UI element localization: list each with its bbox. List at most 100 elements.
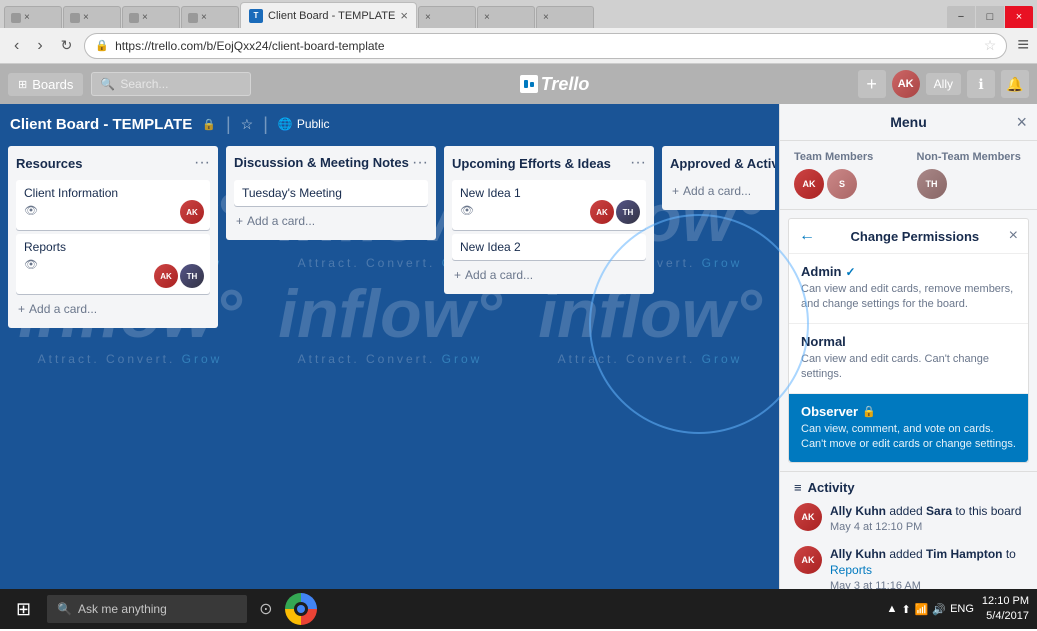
user-avatar[interactable]: AK xyxy=(892,70,920,98)
list-discussion: Discussion & Meeting Notes ··· Tuesday's… xyxy=(226,146,436,240)
url-input[interactable]: 🔒 https://trello.com/b/EojQxx24/client-b… xyxy=(84,33,1007,59)
taskbar-chrome-icon[interactable] xyxy=(285,593,317,625)
plus-icon: + xyxy=(236,214,243,228)
card-new-idea-1[interactable]: New Idea 1 👁 AK TH xyxy=(452,180,646,230)
board-public-label: Public xyxy=(297,117,330,131)
list-approved: Approved & Active ··· + Add a card... xyxy=(662,146,775,210)
board-divider: | xyxy=(226,114,231,135)
boards-label: Boards xyxy=(32,77,73,92)
window-minimize[interactable]: − xyxy=(947,6,975,28)
perms-close-button[interactable]: × xyxy=(1009,227,1018,245)
list-menu-discussion[interactable]: ··· xyxy=(412,154,428,172)
tab-inactive-7[interactable]: × xyxy=(536,6,594,28)
card-new-idea-2[interactable]: New Idea 2 xyxy=(452,234,646,260)
check-icon: ✓ xyxy=(845,265,855,279)
start-button[interactable]: ⊞ xyxy=(8,597,39,622)
tab-inactive-2[interactable]: × xyxy=(63,6,121,28)
tab-active[interactable]: T Client Board - TEMPLATE × xyxy=(240,2,417,28)
activity-title: Activity xyxy=(808,480,855,495)
board-lock-icon: 🔒 xyxy=(202,118,216,131)
activity-header: ≡ Activity xyxy=(794,480,1023,495)
activity-avatar-1: AK xyxy=(794,503,822,531)
plus-icon: + xyxy=(672,184,679,198)
add-card-discussion[interactable]: + Add a card... xyxy=(234,210,317,232)
team-avatar-2[interactable]: S xyxy=(827,169,857,199)
card-avatar-1: AK xyxy=(180,200,204,224)
list-menu-resources[interactable]: ··· xyxy=(194,154,210,172)
list-upcoming: Upcoming Efforts & Ideas ··· New Idea 1 … xyxy=(444,146,654,294)
bookmark-icon[interactable]: ☆ xyxy=(984,37,997,54)
list-menu-upcoming[interactable]: ··· xyxy=(630,154,646,172)
card-text: Client Information xyxy=(24,186,202,200)
card-tuesdays-meeting[interactable]: Tuesday's Meeting xyxy=(234,180,428,206)
taskbar-search-icon: 🔍 xyxy=(57,602,72,616)
tab-inactive-6[interactable]: × xyxy=(477,6,535,28)
board-area: inflow° Attract. Convert. Grow inflow° A… xyxy=(0,104,1037,589)
board-title-text: Client Board - TEMPLATE xyxy=(10,116,192,133)
perm-option-normal[interactable]: Normal Can view and edit cards. Can't ch… xyxy=(789,324,1028,394)
activity-time-2: May 3 at 11:16 AM xyxy=(830,579,1023,589)
info-button[interactable]: ℹ xyxy=(967,70,995,98)
board-star-button[interactable]: ☆ xyxy=(241,116,254,133)
team-avatar-1[interactable]: AK xyxy=(794,169,824,199)
board-divider2: | xyxy=(263,114,268,135)
activity-item-1: AK Ally Kuhn added Sara to this board Ma… xyxy=(794,503,1023,535)
admin-label: Admin xyxy=(801,264,841,279)
activity-time-1: May 4 at 12:10 PM xyxy=(830,520,1021,535)
header-search-box[interactable]: 🔍 Search... xyxy=(91,72,251,96)
window-maximize[interactable]: □ xyxy=(976,6,1004,28)
notification-button[interactable]: 🔔 xyxy=(1001,70,1029,98)
board-public-button[interactable]: 🌐 Public xyxy=(278,117,330,131)
card-reports[interactable]: Reports 👁 AK TH xyxy=(16,234,210,294)
menu-panel: Menu × Team Members AK S Non-Team Member… xyxy=(779,104,1037,589)
tab-inactive-5[interactable]: × xyxy=(418,6,476,28)
boards-button[interactable]: ⊞ Boards xyxy=(8,73,83,96)
back-button[interactable]: ‹ xyxy=(8,35,25,57)
add-card-upcoming[interactable]: + Add a card... xyxy=(452,264,535,286)
card-text: New Idea 2 xyxy=(460,240,638,254)
browser-menu-icon[interactable]: ≡ xyxy=(1017,34,1029,57)
reload-button[interactable]: ↻ xyxy=(55,35,79,56)
perm-option-observer[interactable]: Observer 🔒 Can view, comment, and vote o… xyxy=(789,394,1028,463)
tab-inactive-4[interactable]: × xyxy=(181,6,239,28)
trello-app: ⊞ Boards 🔍 Search... Trello + AK Ally ℹ … xyxy=(0,64,1037,589)
board-header-row: Client Board - TEMPLATE 🔒 | ☆ | 🌐 Public xyxy=(0,104,777,144)
tab-inactive-3[interactable]: × xyxy=(122,6,180,28)
user-name-text: Ally xyxy=(934,77,953,91)
normal-label: Normal xyxy=(801,334,846,349)
tab-title: Client Board - TEMPLATE xyxy=(268,10,395,22)
grid-icon: ⊞ xyxy=(18,78,27,91)
card-text: Tuesday's Meeting xyxy=(242,186,420,200)
perms-back-button[interactable]: ← xyxy=(799,227,815,245)
card-text: Reports xyxy=(24,240,202,254)
card-avatar-3: TH xyxy=(180,264,204,288)
window-close[interactable]: × xyxy=(1005,6,1033,28)
card-avatar-5: TH xyxy=(616,200,640,224)
user-name-button[interactable]: Ally xyxy=(926,73,961,95)
tab-close-icon[interactable]: × xyxy=(400,8,408,23)
card-client-info[interactable]: Client Information 👁 AK xyxy=(16,180,210,230)
non-team-avatar-1[interactable]: TH xyxy=(917,169,947,199)
observer-label: Observer xyxy=(801,404,858,419)
activity-avatar-2: AK xyxy=(794,546,822,574)
reports-link[interactable]: Reports xyxy=(830,563,872,577)
taskbar-cortana[interactable]: ⊙ xyxy=(255,595,276,623)
activity-text-2: Ally Kuhn added Tim Hampton to Reports M… xyxy=(830,546,1023,589)
perm-option-admin[interactable]: Admin ✓ Can view and edit cards, remove … xyxy=(789,254,1028,324)
team-members-col: Team Members AK S xyxy=(794,151,901,199)
card-avatar-4: AK xyxy=(590,200,614,224)
menu-close-button[interactable]: × xyxy=(1016,112,1027,133)
perms-header: ← Change Permissions × xyxy=(789,219,1028,254)
add-button[interactable]: + xyxy=(858,70,886,98)
search-placeholder-text: Search... xyxy=(120,77,168,91)
globe-icon: 🌐 xyxy=(278,117,293,131)
forward-button[interactable]: › xyxy=(31,35,48,57)
add-card-resources[interactable]: + Add a card... xyxy=(16,298,99,320)
taskbar-search[interactable]: 🔍 Ask me anything xyxy=(47,595,247,623)
add-card-approved[interactable]: + Add a card... xyxy=(670,180,753,202)
team-members-section: Team Members AK S Non-Team Members TH xyxy=(780,141,1037,210)
lock-small-icon: 🔒 xyxy=(862,405,876,418)
team-members-label: Team Members xyxy=(794,151,901,163)
tab-inactive-1[interactable]: × xyxy=(4,6,62,28)
list-title-resources: Resources xyxy=(16,156,82,171)
